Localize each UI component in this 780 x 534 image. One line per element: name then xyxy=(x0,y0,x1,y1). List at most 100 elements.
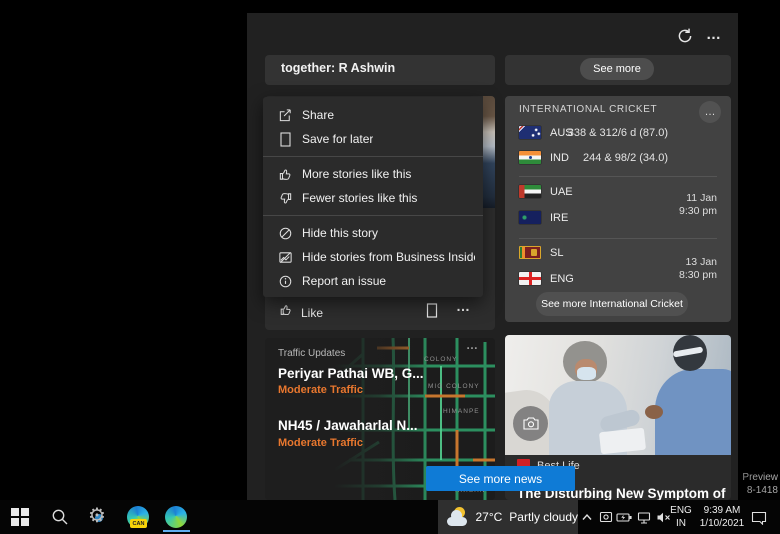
team-score: 338 & 312/6 d (87.0) xyxy=(541,127,668,139)
settings-button[interactable]: ⚙ xyxy=(84,500,114,534)
language-indicator[interactable]: ENG IN xyxy=(668,504,694,530)
menu-item-label: Hide stories from Business Insider... xyxy=(302,250,475,264)
edge-canary-button[interactable]: CAN xyxy=(122,500,154,534)
edge-icon xyxy=(165,506,187,528)
save-bookmark-icon[interactable] xyxy=(426,303,438,323)
menu-item-fewer-stories[interactable]: Fewer stories like this xyxy=(263,186,483,210)
network-icon[interactable] xyxy=(635,500,653,534)
traffic-status: Moderate Traffic xyxy=(278,384,363,396)
traffic-more-options-icon[interactable]: … xyxy=(466,338,479,352)
match-date: 13 Jan xyxy=(620,256,717,269)
map-label: COLONY xyxy=(424,356,457,363)
hide-source-icon xyxy=(277,249,293,265)
ind-flag-icon xyxy=(519,151,541,164)
block-icon xyxy=(277,225,293,241)
partly-cloudy-night-icon xyxy=(447,507,468,527)
start-button[interactable] xyxy=(6,500,34,534)
region-code: IN xyxy=(668,517,694,530)
ire-flag-icon xyxy=(519,211,541,224)
team-code: IRE xyxy=(550,212,568,224)
see-more-news-button[interactable]: See more news xyxy=(426,466,575,491)
match-datetime: 13 Jan 8:30 pm xyxy=(620,256,717,282)
menu-divider xyxy=(263,215,483,216)
see-more-cricket-label: See more International Cricket xyxy=(541,298,683,310)
tray-device-icon[interactable] xyxy=(597,500,615,534)
menu-item-label: Report an issue xyxy=(302,274,386,288)
search-button[interactable] xyxy=(46,500,74,534)
menu-item-label: Hide this story xyxy=(302,226,378,240)
language-code: ENG xyxy=(668,504,694,517)
eng-flag-icon xyxy=(519,272,541,285)
team-code: UAE xyxy=(550,186,573,198)
menu-divider xyxy=(263,156,483,157)
see-more-label: See more xyxy=(593,63,641,75)
menu-item-hide-source[interactable]: Hide stories from Business Insider... xyxy=(263,245,483,269)
like-label: Like xyxy=(301,306,323,320)
match-time: 9:30 pm xyxy=(620,205,717,218)
see-more-news-label: See more news xyxy=(459,472,542,486)
edge-button[interactable] xyxy=(160,500,192,534)
aus-flag-icon xyxy=(519,126,541,139)
cricket-team-row[interactable]: IRE xyxy=(519,211,568,224)
share-icon xyxy=(277,107,293,123)
uae-flag-icon xyxy=(519,185,541,198)
battery-charging-icon[interactable] xyxy=(615,500,633,534)
action-center-icon[interactable] xyxy=(750,500,768,534)
canary-badge: CAN xyxy=(130,519,147,528)
sl-flag-icon xyxy=(519,246,541,259)
story-more-options-icon[interactable]: … xyxy=(456,298,471,314)
menu-item-report-issue[interactable]: Report an issue xyxy=(263,269,483,293)
previous-story-title: together: R Ashwin xyxy=(265,55,495,75)
previous-story-card[interactable]: together: R Ashwin xyxy=(265,55,495,85)
thumbs-down-icon xyxy=(277,190,293,206)
menu-item-label: Share xyxy=(302,108,334,122)
cricket-team-row[interactable]: ENG xyxy=(519,272,574,285)
desktop: Preview 8-1418 … together: R Ashwin See … xyxy=(0,0,780,534)
traffic-road: NH45 / Jawaharlal N... xyxy=(278,418,418,433)
refresh-icon[interactable] xyxy=(676,27,694,50)
see-more-button[interactable]: See more xyxy=(580,58,654,80)
map-label: HIMANPE xyxy=(443,408,480,415)
see-more-cricket-button[interactable]: See more International Cricket xyxy=(536,292,688,316)
show-hidden-icons-chevron[interactable] xyxy=(578,500,596,534)
menu-item-more-stories[interactable]: More stories like this xyxy=(263,162,483,186)
temperature: 27°C xyxy=(475,510,502,524)
cricket-team-row[interactable]: UAE xyxy=(519,185,573,198)
taskbar: ⚙ CAN 27°C Partly cloudy xyxy=(0,500,780,534)
menu-item-share[interactable]: Share xyxy=(263,103,483,127)
weather-button[interactable]: 27°C Partly cloudy xyxy=(438,500,578,534)
team-code: ENG xyxy=(550,273,574,285)
team-score: 244 & 98/2 (34.0) xyxy=(541,152,668,164)
menu-item-label: More stories like this xyxy=(302,167,411,181)
panel-more-options-icon[interactable]: … xyxy=(706,26,722,43)
info-icon xyxy=(277,273,293,289)
tray-time: 9:39 AM xyxy=(696,504,748,517)
bookmark-icon xyxy=(277,131,293,147)
windows-logo-icon xyxy=(11,508,29,526)
menu-item-label: Save for later xyxy=(302,132,373,146)
traffic-road: Periyar Pathai WB, G... xyxy=(278,366,424,381)
menu-item-save-for-later[interactable]: Save for later xyxy=(263,127,483,151)
story-image xyxy=(483,96,495,208)
team-code: SL xyxy=(550,247,563,259)
menu-item-hide-story[interactable]: Hide this story xyxy=(263,221,483,245)
thumbs-up-icon xyxy=(277,166,293,182)
cricket-team-row[interactable]: SL xyxy=(519,246,563,259)
clock[interactable]: 9:39 AM 1/10/2021 xyxy=(696,504,748,530)
tray-date: 1/10/2021 xyxy=(696,517,748,530)
thumbs-up-icon xyxy=(279,303,293,322)
story-context-menu: Share Save for later More stories like t… xyxy=(263,97,483,297)
divider xyxy=(519,176,717,177)
menu-item-label: Fewer stories like this xyxy=(302,191,417,205)
like-button[interactable]: Like xyxy=(279,303,323,322)
traffic-status: Moderate Traffic xyxy=(278,437,363,449)
active-app-indicator xyxy=(163,530,190,532)
match-time: 8:30 pm xyxy=(620,269,717,282)
gear-icon: ⚙ xyxy=(88,506,110,528)
divider xyxy=(519,238,717,239)
search-icon xyxy=(51,508,69,526)
match-datetime: 11 Jan 9:30 pm xyxy=(620,192,717,218)
camera-icon[interactable] xyxy=(513,406,548,441)
cricket-more-options-icon[interactable]: … xyxy=(699,101,721,123)
map-label: MIG COLONY xyxy=(428,383,480,390)
